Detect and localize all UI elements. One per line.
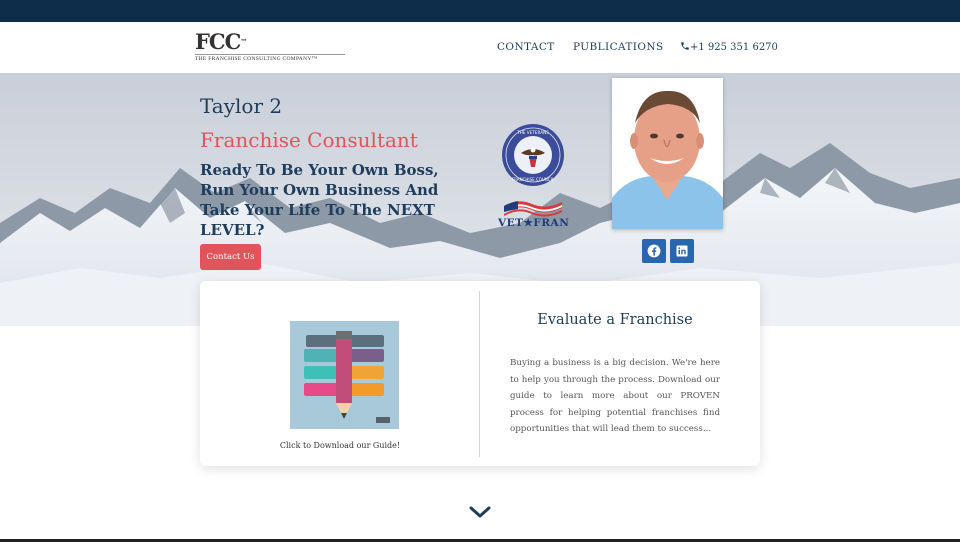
nav-publications-link[interactable]: PUBLICATIONS	[573, 41, 664, 53]
contact-us-button[interactable]: Contact Us	[200, 244, 261, 270]
phone-link[interactable]: +1 925 351 6270	[680, 41, 778, 53]
svg-text:FRANCHISE COUNCIL: FRANCHISE COUNCIL	[512, 177, 555, 182]
svg-text:THE VETERANS: THE VETERANS	[516, 130, 549, 135]
logo-subtitle: THE FRANCHISE CONSULTING COMPANY™	[195, 56, 318, 62]
linkedin-icon	[676, 245, 688, 257]
logo-trademark: ™	[240, 37, 247, 46]
logo-rule	[195, 54, 345, 55]
facebook-button[interactable]	[642, 239, 666, 263]
guide-download-caption[interactable]: Click to Download our Guide!	[200, 441, 480, 450]
guide-download-image[interactable]	[290, 321, 399, 429]
linkedin-button[interactable]	[670, 239, 694, 263]
site-header: FCC™ THE FRANCHISE CONSULTING COMPANY™ C…	[0, 22, 960, 73]
evaluate-franchise-description: Buying a business is a big decision. We'…	[510, 358, 720, 435]
logo-mark: FCC	[195, 29, 241, 54]
hero-tagline: Ready To Be Your Own Boss, Run Your Own …	[200, 161, 439, 239]
veterans-franchise-council-seal-icon[interactable]: THE VETERANS FRANCHISE COUNCIL	[501, 123, 565, 187]
pencil-infographic-icon	[290, 321, 399, 429]
consultant-photo	[612, 78, 723, 229]
vetfran-badge[interactable]: VET★FRAN	[498, 198, 570, 232]
card-divider	[479, 291, 480, 457]
phone-number: +1 925 351 6270	[690, 42, 778, 53]
evaluate-franchise-card: Click to Download our Guide! Evaluate a …	[200, 281, 760, 466]
chevron-down-icon[interactable]	[469, 505, 491, 519]
vetfran-label: VET★FRAN	[498, 217, 570, 229]
top-bar	[0, 0, 960, 22]
nav-contact-link[interactable]: CONTACT	[497, 41, 555, 53]
evaluate-franchise-title: Evaluate a Franchise	[537, 312, 693, 328]
facebook-icon	[647, 244, 661, 258]
consultant-name: Taylor 2	[200, 94, 283, 118]
fcc-logo[interactable]: FCC™ THE FRANCHISE CONSULTING COMPANY™	[195, 31, 345, 63]
consultant-role: Franchise Consultant	[200, 128, 418, 152]
phone-icon	[681, 42, 689, 50]
